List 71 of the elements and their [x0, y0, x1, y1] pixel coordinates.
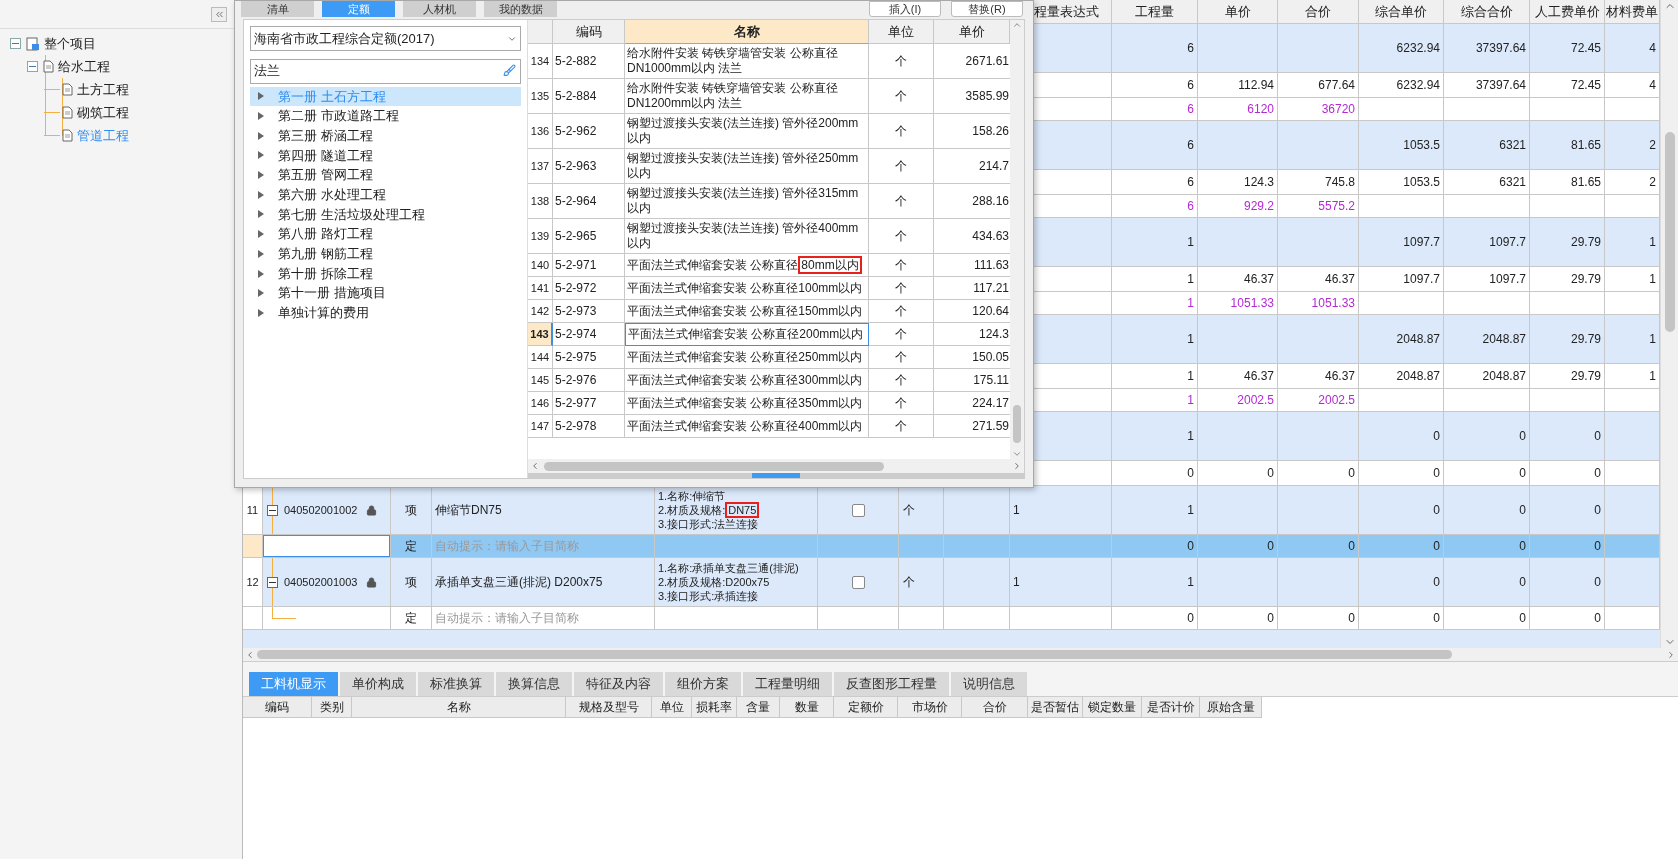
row-number: 144 [528, 346, 553, 369]
unit-cell: 个 [869, 44, 934, 79]
code-cell: 5-2-975 [553, 346, 625, 369]
chapter-label: 第六册 水处理工程 [278, 186, 386, 205]
chapter-label: 单独计算的费用 [278, 304, 369, 323]
chapter-label: 第十册 拆除工程 [278, 264, 373, 283]
row-number: 147 [528, 415, 553, 438]
row-number: 139 [528, 219, 553, 254]
row-number: 143 [528, 323, 553, 346]
unit-cell: 个 [869, 219, 934, 254]
chapter-label: 第五册 管网工程 [278, 166, 373, 185]
unit-cell: 个 [869, 114, 934, 149]
chapter-label: 第八册 路灯工程 [278, 225, 373, 244]
code-cell: 5-2-973 [553, 300, 625, 323]
code-cell: 5-2-882 [553, 44, 625, 79]
code-cell: 5-2-965 [553, 219, 625, 254]
unit-cell: 个 [869, 300, 934, 323]
quota-name-cell: 钢塑过渡接头安装(法兰连接) 管外径200mm以内 [625, 114, 869, 149]
code-cell: 5-2-964 [553, 184, 625, 219]
chapter-label: 第三册 桥涵工程 [278, 126, 373, 145]
code-cell: 5-2-972 [553, 277, 625, 300]
unit-cell: 个 [869, 323, 934, 346]
quota-name-cell: 平面法兰式伸缩套安装 公称直径400mm以内 [625, 415, 869, 438]
chapter-label: 第十一册 措施项目 [278, 284, 386, 303]
unit-cell: 个 [869, 254, 934, 277]
row-number: 138 [528, 184, 553, 219]
code-cell: 5-2-978 [553, 415, 625, 438]
unit-cell: 个 [869, 346, 934, 369]
unit-cell: 个 [869, 415, 934, 438]
quota-name-cell: 钢塑过渡接头安装(法兰连接) 管外径250mm以内 [625, 149, 869, 184]
code-cell: 5-2-976 [553, 369, 625, 392]
quota-name-cell: 平面法兰式伸缩套安装 公称直径350mm以内 [625, 392, 869, 415]
chapter-label: 第四册 隧道工程 [278, 146, 373, 165]
quota-name-cell: 平面法兰式伸缩套安装 公称直径100mm以内 [625, 277, 869, 300]
chapter-label: 第二册 市政道路工程 [278, 107, 399, 126]
quota-name-cell: 平面法兰式伸缩套安装 公称直径300mm以内 [625, 369, 869, 392]
row-number: 134 [528, 44, 553, 79]
quota-name-cell: 平面法兰式伸缩套安装 公称直径250mm以内 [625, 346, 869, 369]
unit-cell: 个 [869, 79, 934, 114]
quota-name-cell: 平面法兰式伸缩套安装 公称直径150mm以内 [625, 300, 869, 323]
chapter-label: 第九册 钢筋工程 [278, 245, 373, 264]
code-cell: 5-2-884 [553, 79, 625, 114]
row-number: 135 [528, 79, 553, 114]
row-number: 12 [243, 558, 263, 607]
unit-cell: 个 [869, 277, 934, 300]
row-number: 140 [528, 254, 553, 277]
code-cell: 5-2-977 [553, 392, 625, 415]
code-cell: 5-2-974 [553, 323, 625, 346]
quota-name-cell: 平面法兰式伸缩套安装 公称直径200mm以内 [625, 323, 869, 346]
quota-name-cell: 钢塑过渡接头安装(法兰连接) 管外径400mm以内 [625, 219, 869, 254]
row-number: 146 [528, 392, 553, 415]
code-cell: 5-2-963 [553, 149, 625, 184]
row-number: 136 [528, 114, 553, 149]
row-number: 141 [528, 277, 553, 300]
unit-cell: 个 [869, 392, 934, 415]
code-text: 040502001002 [284, 502, 358, 518]
row-number: 145 [528, 369, 553, 392]
quota-name-cell: 平面法兰式伸缩套安装 公称直径 80mm以内 [625, 254, 869, 277]
chapter-label: 第一册 土石方工程 [278, 87, 386, 106]
unit-cell: 个 [869, 149, 934, 184]
quota-name-cell: 给水附件安装 铸铁穿墙管安装 公称直径DN1200mm以内 法兰 [625, 79, 869, 114]
unit-cell: 个 [869, 369, 934, 392]
row-number: 137 [528, 149, 553, 184]
code-cell: 5-2-962 [553, 114, 625, 149]
code-cell: 5-2-971 [553, 254, 625, 277]
chapter-label: 第七册 生活垃圾处理工程 [278, 205, 425, 224]
row-number: 11 [243, 486, 263, 535]
code-text: 040502001003 [284, 574, 358, 590]
unit-cell: 个 [869, 184, 934, 219]
quota-name-cell: 给水附件安装 铸铁穿墙管安装 公称直径DN1000mm以内 法兰 [625, 44, 869, 79]
quota-name-cell: 钢塑过渡接头安装(法兰连接) 管外径315mm以内 [625, 184, 869, 219]
